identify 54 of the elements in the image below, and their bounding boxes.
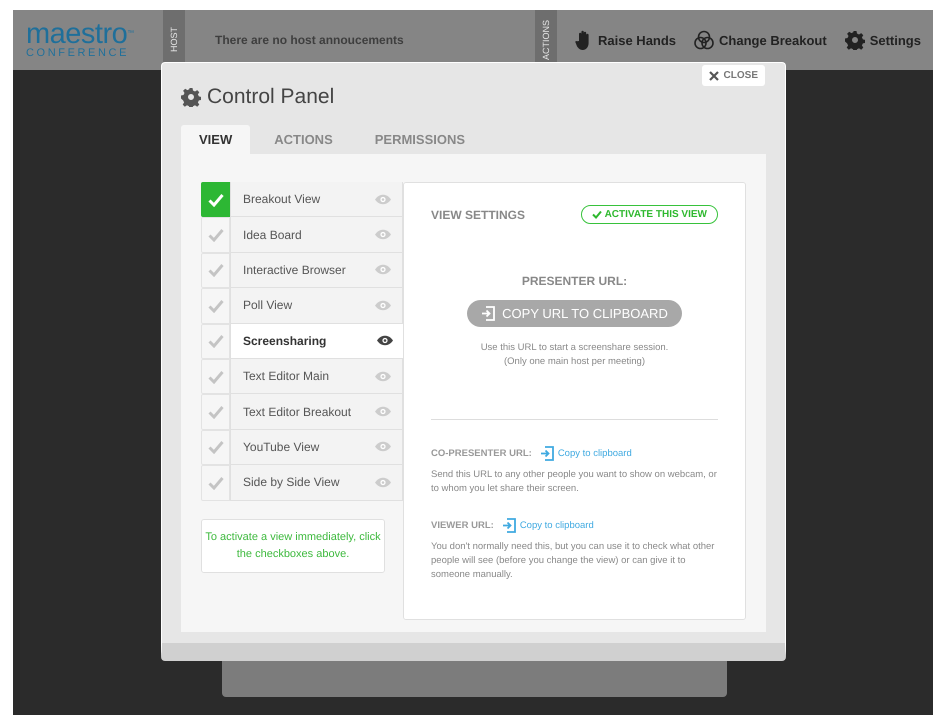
view-item[interactable]: Breakout View	[230, 182, 403, 218]
section-heading: VIEW SETTINGS	[431, 208, 526, 222]
view-item[interactable]: Screensharing	[230, 324, 404, 359]
check-icon	[208, 192, 224, 207]
toolbar-button[interactable]: Raise Hands	[575, 30, 676, 50]
paste-icon	[481, 306, 496, 321]
tab[interactable]: VIEW	[181, 125, 250, 154]
eye-icon	[374, 229, 392, 240]
paste-icon	[502, 518, 516, 533]
presenter-label: PRESENTER URL:	[522, 274, 628, 288]
eye-icon	[374, 300, 392, 311]
view-item[interactable]: Interactive Browser	[230, 252, 403, 288]
view-item[interactable]: Idea Board	[230, 217, 403, 253]
note-text: Send this URL to any other people you want to show on webcam, or to whom you let share their screen.	[431, 468, 718, 496]
check-icon	[208, 334, 224, 348]
eye-icon	[374, 194, 392, 205]
eye-icon	[374, 406, 392, 418]
eye-icon	[374, 264, 392, 276]
check-icon	[208, 440, 224, 454]
logo-subtitle: CONFERENCE	[26, 47, 130, 59]
checkbox[interactable]	[201, 182, 230, 218]
check-icon	[208, 298, 224, 313]
close-icon	[708, 70, 719, 80]
check-icon	[208, 263, 224, 278]
dialog-title: Control Panel	[207, 85, 334, 109]
eye-icon	[374, 441, 392, 452]
view-item[interactable]: Text Editor Main	[230, 358, 403, 394]
note-text: (Only one main host per meeting)	[504, 355, 645, 369]
paste-icon	[540, 446, 554, 461]
eye-icon	[374, 476, 392, 488]
note-text: Use this URL to start a screenshare session.	[480, 341, 668, 355]
logo-text: maestro$^{™}$	[26, 21, 135, 47]
toolbar-button[interactable]: Settings	[844, 30, 921, 50]
view-item[interactable]: Side by Side View	[230, 465, 403, 501]
url-label: CO-PRESENTER URL:	[431, 448, 532, 459]
url-label: VIEWER URL:	[431, 520, 494, 531]
check-icon	[208, 228, 224, 242]
circles-icon	[694, 30, 714, 50]
note-text: You don't normally need this, but you can use it to check what other people will see (before you change the view) or can give it to someone manually.	[431, 540, 716, 582]
check-icon	[592, 210, 602, 219]
gear-icon	[844, 30, 865, 50]
eye-icon	[376, 335, 394, 346]
check-icon	[208, 370, 224, 384]
gear-icon	[181, 87, 201, 107]
hint-text: To activate a view immediately, click the checkboxes above.	[201, 518, 385, 573]
check-icon	[208, 476, 224, 490]
announcement-text: There are no host annoucements	[214, 33, 405, 47]
close-button[interactable]: CLOSE	[702, 65, 765, 86]
eye-icon	[374, 370, 392, 382]
view-item[interactable]: Poll View	[230, 288, 403, 324]
toolbar-button[interactable]: Change Breakout	[694, 30, 827, 50]
view-item[interactable]: YouTube View	[230, 430, 403, 466]
check-icon	[208, 405, 224, 420]
view-item[interactable]: Text Editor Breakout	[230, 394, 403, 430]
